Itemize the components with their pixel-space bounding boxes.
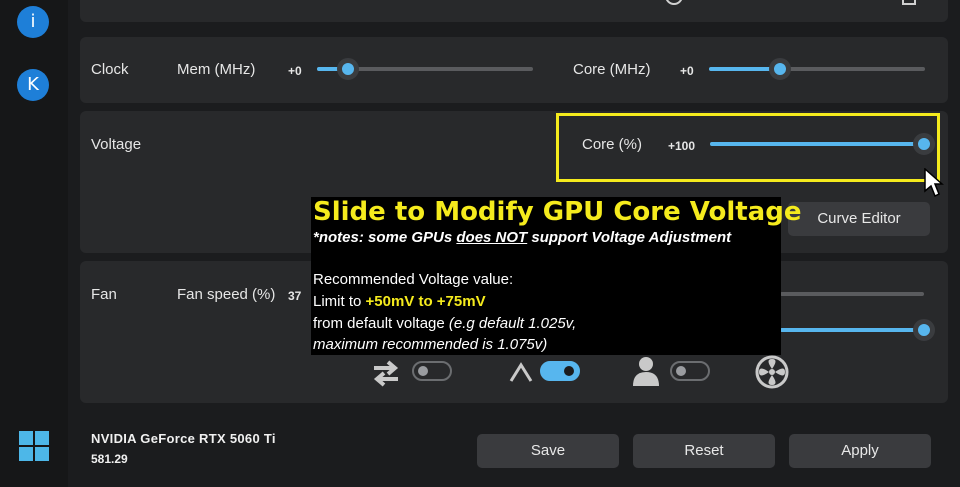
core-mhz-value: +0 <box>680 64 694 78</box>
fan-speed-value: 37 <box>288 289 302 303</box>
overlay-note-suffix: support Voltage Adjustment <box>527 229 732 246</box>
apply-button[interactable]: Apply <box>789 434 931 468</box>
mem-clock-slider[interactable] <box>317 58 533 80</box>
overlay-line-4: maximum recommended is 1.075v) <box>313 336 548 353</box>
info-icon[interactable]: i <box>17 6 49 38</box>
tutorial-overlay: Slide to Modify GPU Core Voltage *notes:… <box>311 197 801 355</box>
mem-mhz-value: +0 <box>288 64 302 78</box>
core-clock-slider[interactable] <box>709 58 925 80</box>
overlay-note-prefix: *notes: some GPUs <box>313 229 457 246</box>
overlay-line-2-prefix: Limit to <box>313 293 366 310</box>
voltage-slider-highlight <box>556 113 940 182</box>
reset-button[interactable]: Reset <box>633 434 775 468</box>
delete-icon[interactable] <box>900 0 920 10</box>
auto-icon[interactable] <box>508 361 534 383</box>
windows-logo-icon[interactable] <box>19 431 51 463</box>
clock-label: Clock <box>91 61 129 78</box>
user-icon[interactable] <box>631 355 661 387</box>
fan-curve-slider-handle[interactable] <box>913 319 935 341</box>
power-icon[interactable] <box>664 0 684 8</box>
save-button[interactable]: Save <box>477 434 619 468</box>
overlay-note-emph: does NOT <box>456 229 528 246</box>
driver-version: 581.29 <box>91 452 128 466</box>
overlay-line-3-italic: (e.g default 1.025v, <box>448 315 577 332</box>
gpu-name: NVIDIA GeForce RTX 5060 Ti <box>91 431 276 446</box>
voltage-label: Voltage <box>91 136 142 153</box>
core-mhz-label: Core (MHz) <box>573 61 651 78</box>
mem-mhz-label: Mem (MHz) <box>177 61 256 78</box>
overlay-title: Slide to Modify GPU Core Voltage <box>313 197 802 227</box>
overlay-line-1: Recommended Voltage value: <box>313 271 514 288</box>
auto-toggle[interactable] <box>540 361 580 381</box>
overlay-note: *notes: some GPUs does NOT support Volta… <box>313 229 731 246</box>
core-clock-slider-handle[interactable] <box>769 58 791 80</box>
left-sidebar: i K <box>0 0 68 487</box>
overlay-line-2: Limit to +50mV to +75mV <box>313 293 486 310</box>
fan-speed-label: Fan speed (%) <box>177 286 276 303</box>
sync-toggle[interactable] <box>412 361 452 381</box>
curve-editor-button[interactable]: Curve Editor <box>788 202 930 236</box>
user-toggle[interactable] <box>670 361 710 381</box>
profile-k-button[interactable]: K <box>17 69 49 101</box>
fan-curve-slider[interactable] <box>780 319 935 341</box>
fan-label: Fan <box>91 286 117 303</box>
fan-icon[interactable] <box>755 355 789 389</box>
overlay-line-3: from default voltage (e.g default 1.025v… <box>313 315 576 332</box>
mouse-cursor-icon <box>924 168 944 198</box>
fan-speed-slider[interactable] <box>780 292 924 296</box>
sync-arrows-icon[interactable] <box>370 359 402 387</box>
overlay-line-3-prefix: from default voltage <box>313 315 449 332</box>
overlay-line-2-highlight: +50mV to +75mV <box>365 293 486 310</box>
mem-clock-slider-handle[interactable] <box>337 58 359 80</box>
top-panel-strip <box>80 0 948 22</box>
clock-panel: Clock Mem (MHz) +0 Core (MHz) +0 <box>80 37 948 103</box>
